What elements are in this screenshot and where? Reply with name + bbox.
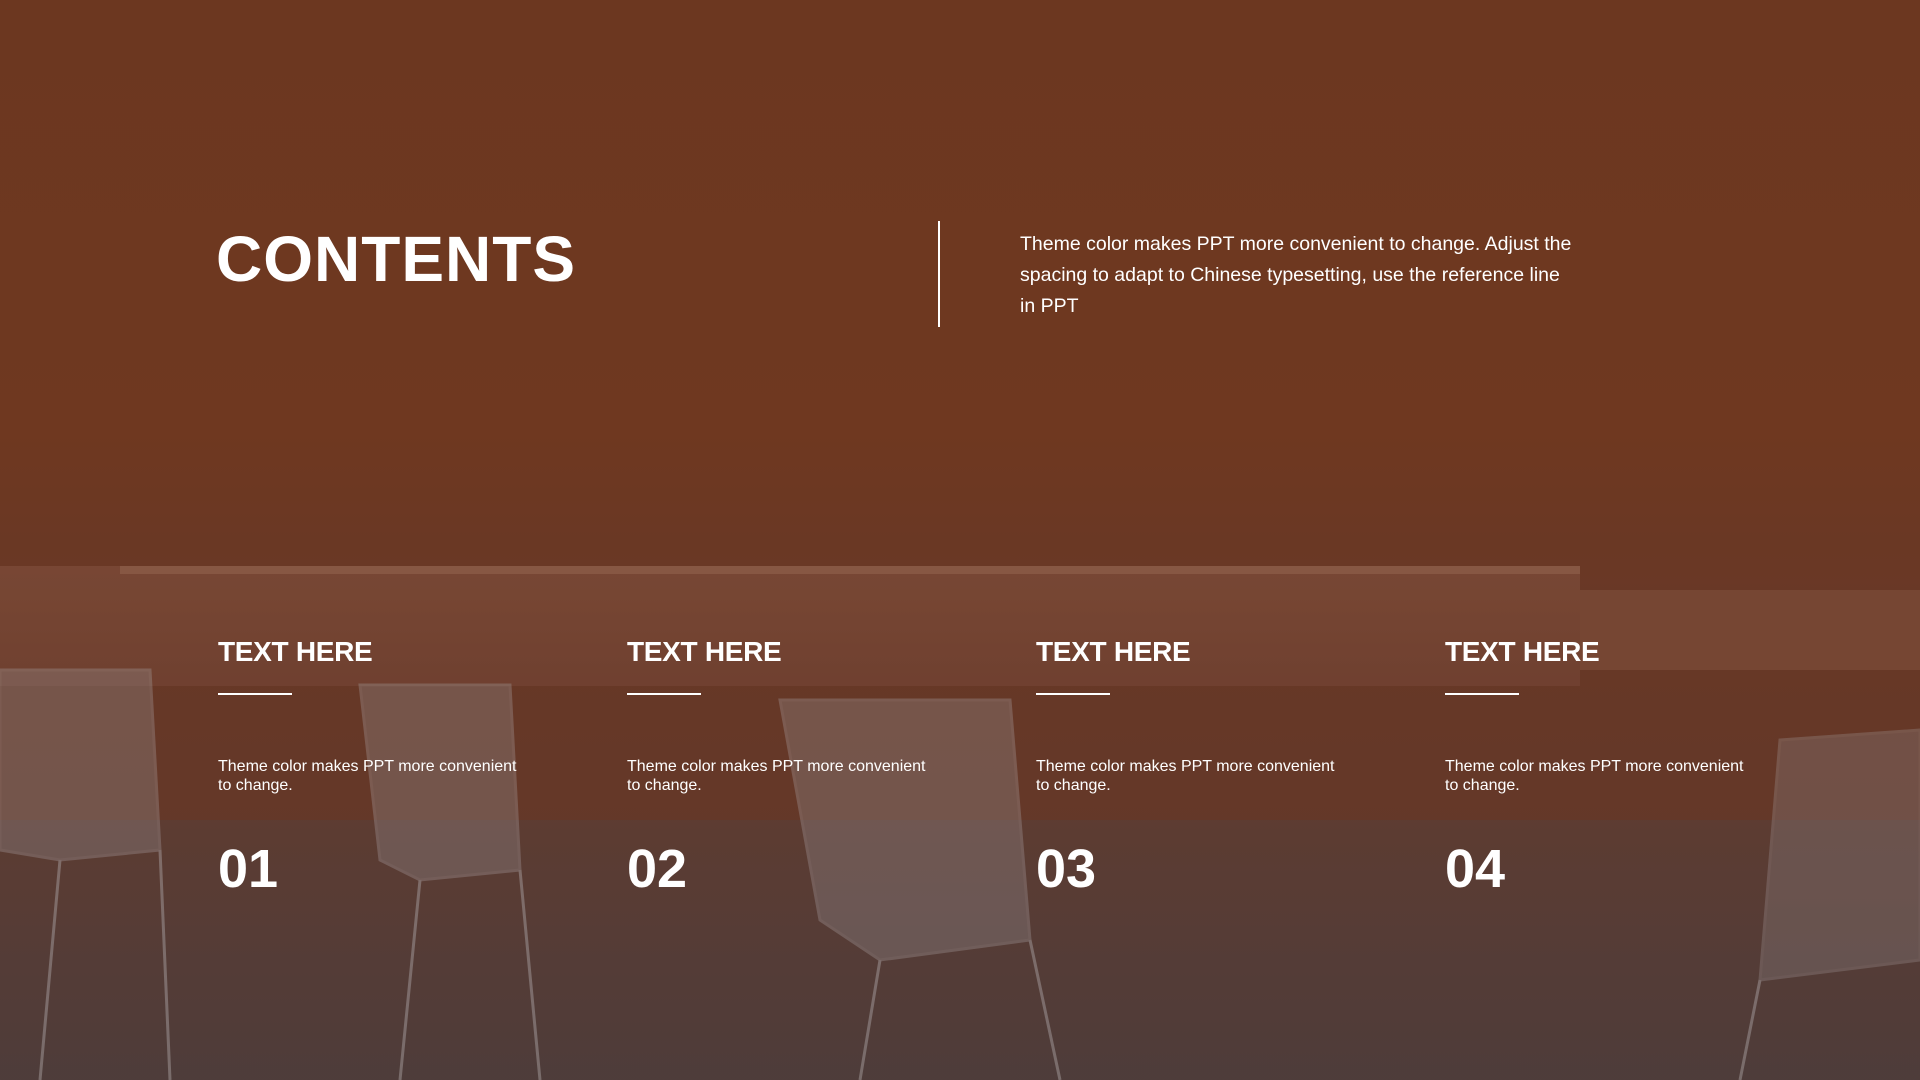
item-number: 01 — [218, 839, 279, 899]
content-item-4: TEXT HERE Theme color makes PPT more con… — [1445, 632, 1765, 899]
item-heading: TEXT HERE — [218, 636, 373, 667]
item-heading: TEXT HERE — [1036, 636, 1191, 667]
item-number: 02 — [627, 839, 688, 899]
content-item-2: TEXT HERE Theme color makes PPT more con… — [627, 632, 947, 899]
item-underline — [218, 693, 292, 695]
item-underline — [1036, 693, 1110, 695]
item-heading: TEXT HERE — [627, 636, 782, 667]
item-description: Theme color makes PPT more convenient to… — [1445, 758, 1744, 794]
content-item-3: TEXT HERE Theme color makes PPT more con… — [1036, 632, 1356, 899]
content-item-1: TEXT HERE Theme color makes PPT more con… — [218, 632, 538, 899]
intro-text: Theme color makes PPT more convenient to… — [1020, 233, 1572, 317]
item-heading: TEXT HERE — [1445, 636, 1600, 667]
item-number: 03 — [1036, 839, 1097, 899]
item-description: Theme color makes PPT more convenient to… — [1036, 758, 1335, 794]
page-title: CONTENTS — [216, 223, 576, 295]
item-number: 04 — [1445, 839, 1506, 899]
slide: CONTENTS Theme color makes PPT more conv… — [0, 0, 1920, 1080]
item-description: Theme color makes PPT more convenient to… — [218, 758, 517, 794]
item-description: Theme color makes PPT more convenient to… — [627, 758, 926, 794]
item-underline — [1445, 693, 1519, 695]
item-underline — [627, 693, 701, 695]
vertical-divider — [938, 221, 940, 327]
color-overlay — [0, 0, 1920, 1080]
